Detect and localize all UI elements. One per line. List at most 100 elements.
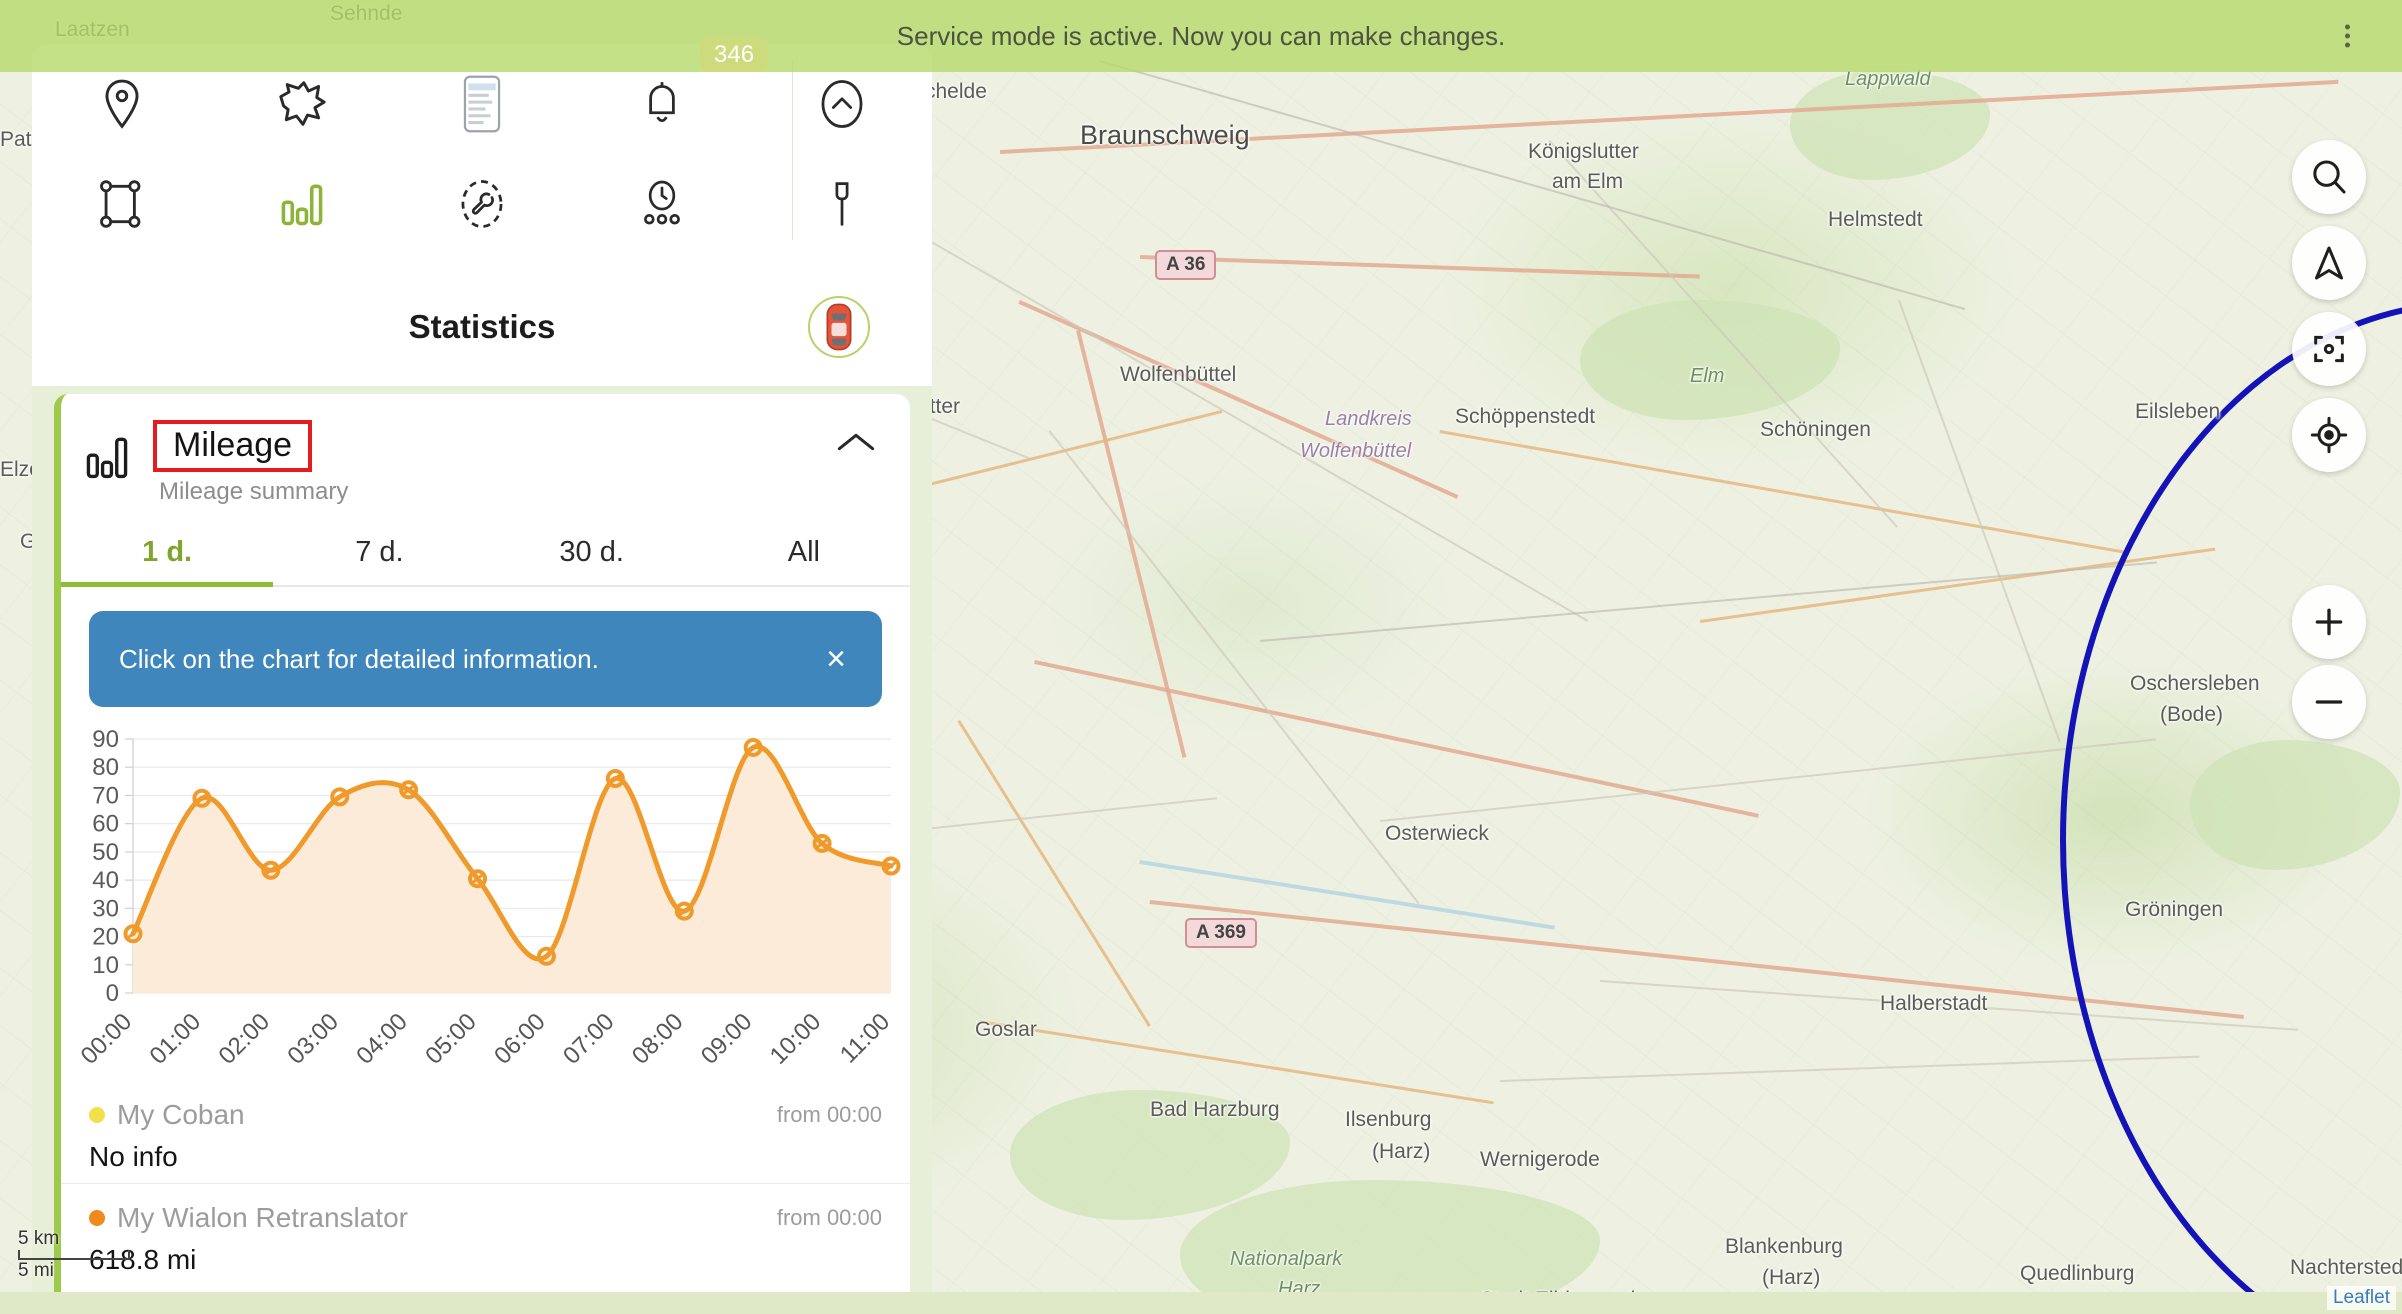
pin-marker-icon [835, 182, 849, 226]
svg-text:07:00: 07:00 [558, 1008, 620, 1070]
toolbar-item-service[interactable] [392, 154, 572, 254]
toolbar-item-geofences[interactable] [32, 154, 212, 254]
map-label: (Bode) [2160, 703, 2224, 726]
map-label: Wolfenbüttel [1120, 363, 1237, 386]
legend-label: My Coban [117, 1099, 245, 1130]
page-title: Statistics [408, 308, 556, 345]
close-icon[interactable]: × [820, 642, 852, 676]
svg-text:80: 80 [92, 754, 119, 781]
tab-7d[interactable]: 7 d. [273, 526, 485, 585]
location-pin-icon [105, 79, 139, 129]
mileage-card-header: Mileage Mileage summary [61, 394, 910, 506]
panel-toolbar [32, 54, 932, 254]
svg-text:30: 30 [92, 895, 119, 922]
svg-text:20: 20 [92, 924, 119, 951]
map-label: Oschersleben [2130, 672, 2260, 695]
tab-all[interactable]: All [698, 526, 910, 585]
zoom-in-icon [2315, 608, 2343, 636]
card-title-block: Mileage Mileage summary [153, 420, 882, 506]
card-icon-wrap [83, 434, 131, 485]
tab-30d[interactable]: 30 d. [486, 526, 698, 585]
svg-text:00:00: 00:00 [76, 1008, 138, 1070]
left-panel: Statistics Mileage Mileage summary 1 d. … [32, 44, 932, 1314]
map-label: Schöppenstedt [1455, 405, 1596, 428]
tab-1d[interactable]: 1 d. [61, 526, 274, 587]
map-locate-button[interactable] [2292, 398, 2366, 472]
svg-text:11:00: 11:00 [835, 1008, 895, 1068]
legend-value: No info [89, 1141, 178, 1172]
svg-text:03:00: 03:00 [282, 1008, 344, 1070]
map-fit-bounds-button[interactable] [2292, 312, 2366, 386]
mileage-chart-svg[interactable]: 010203040506070809000:00 01:00 02:00 03:00 0… [61, 725, 910, 1085]
chevron-up-icon [837, 433, 875, 451]
road-shield: A 369 [1185, 918, 1257, 948]
count-badge: 346 [700, 38, 769, 72]
legend-from-time: from 00:00 [776, 1102, 882, 1127]
map-label: Eilsleben [2135, 400, 2221, 423]
chevron-up-circle-icon [821, 80, 863, 128]
svg-text:0: 0 [106, 980, 119, 1007]
map-label: Bad Harzburg [1150, 1098, 1280, 1121]
svg-text:10:00: 10:00 [765, 1008, 827, 1070]
kebab-menu-icon[interactable] [2345, 23, 2350, 50]
toolbar-item-pin[interactable] [752, 154, 932, 254]
legend-item[interactable]: My Wialon Retranslator from 00:00 618.8 … [61, 1183, 910, 1286]
svg-text:05:00: 05:00 [420, 1008, 482, 1070]
map-label: Wolfenbüttel [1300, 440, 1412, 462]
card-collapse-button[interactable] [836, 430, 876, 459]
panel-bottom-strip [0, 1292, 2402, 1314]
vehicle-selector-button[interactable] [808, 296, 870, 358]
map-label: Halberstadt [1880, 992, 1988, 1015]
mileage-chart[interactable]: 0 10 20 30 40 50 60 70 80 90 00:00 01:00 02:00 03:00 0… [61, 725, 910, 1085]
map-scale-label-km: 5 km [18, 1228, 60, 1249]
period-tabs: 1 d. 7 d. 30 d. All [61, 526, 910, 587]
map-scale-label-mi: 5 mi [18, 1260, 54, 1281]
map-label: (Harz) [1762, 1266, 1821, 1289]
svg-text:60: 60 [92, 811, 119, 838]
service-mode-message: Service mode is active. Now you can make… [896, 20, 1506, 51]
panel-title-row: Statistics [32, 268, 932, 386]
mileage-card: Mileage Mileage summary 1 d. 7 d. 30 d. … [54, 394, 910, 1314]
zoom-out-icon [2315, 700, 2343, 704]
map-label: Braunschweig [1080, 120, 1250, 150]
legend-value: 618.8 mi [89, 1244, 197, 1275]
fit-bounds-icon [2314, 335, 2344, 363]
svg-text:90: 90 [92, 726, 119, 753]
toolbar-divider [792, 60, 793, 240]
map-zoom-out-button[interactable] [2292, 665, 2366, 739]
legend-color-dot [89, 1210, 105, 1226]
map-label: Nachterstedt [2290, 1256, 2402, 1279]
toolbar-item-statistics[interactable] [212, 154, 392, 254]
map-scale-bar: 5 km 5 mi [18, 1228, 130, 1282]
map-label: Landkreis [1325, 408, 1412, 430]
map-label: Osterwieck [1385, 822, 1489, 845]
legend-item[interactable]: My Coban from 00:00 No info [61, 1093, 910, 1183]
map-label: Ilsenburg [1345, 1108, 1432, 1131]
map-label: Gröningen [2125, 898, 2224, 921]
vehicle-icon [826, 303, 852, 351]
chart-hint-banner: Click on the chart for detailed informat… [89, 611, 882, 707]
legend-name-wrap: My Coban [89, 1099, 245, 1131]
chart-hint-text: Click on the chart for detailed informat… [119, 643, 599, 674]
map-label: Goslar [975, 1018, 1037, 1041]
locate-me-icon [2310, 416, 2348, 454]
map-label: Schöningen [1760, 418, 1871, 441]
toolbar-item-sensors[interactable] [572, 154, 752, 254]
wrench-service-icon [461, 180, 503, 228]
app-root: Braunschweig Laatzen Sehnde Pat Königslu… [0, 0, 2402, 1314]
svg-text:40: 40 [92, 867, 119, 894]
statistics-bars-icon [86, 437, 128, 479]
map-search-button[interactable] [2292, 140, 2366, 214]
card-title: Mileage [173, 426, 293, 464]
map-zoom-in-button[interactable] [2292, 585, 2366, 659]
svg-text:09:00: 09:00 [696, 1008, 758, 1070]
map-label: am Elm [1552, 170, 1624, 193]
service-mode-banner: Service mode is active. Now you can make… [0, 0, 2402, 72]
statistics-bars-icon [281, 184, 323, 226]
map-attribution[interactable]: Leaflet [2326, 1286, 2396, 1310]
svg-text:50: 50 [92, 839, 119, 866]
map-label: Nationalpark [1230, 1248, 1343, 1270]
geofence-icon [100, 180, 141, 228]
map-navigation-button[interactable] [2292, 226, 2366, 300]
svg-text:10: 10 [92, 952, 119, 979]
